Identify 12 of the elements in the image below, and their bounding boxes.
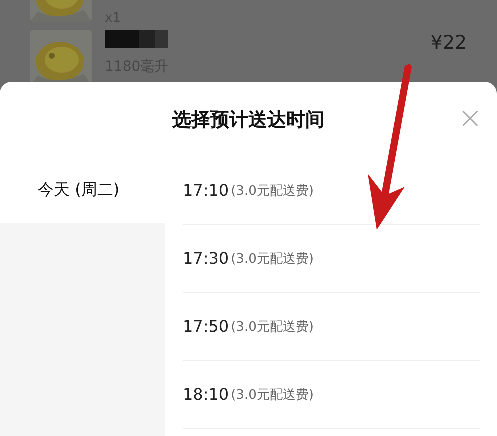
fee-text: (3.0元配送费) xyxy=(231,318,314,336)
day-tab[interactable]: 今天 (周二) xyxy=(0,157,165,223)
time-option[interactable]: 17:30 xyxy=(183,249,230,268)
redacted-name xyxy=(105,30,168,48)
fee-text: (3.0元配送费) xyxy=(231,182,314,200)
time-option[interactable]: 17:50 xyxy=(183,317,230,336)
time-option[interactable]: 17:10 xyxy=(183,181,230,200)
time-option[interactable]: 18:10 xyxy=(183,385,230,404)
fee-text: (3.0元配送费) xyxy=(231,386,314,404)
dialog-title: 选择预计送达时间 xyxy=(172,108,324,132)
fee-text: (3.0元配送费) xyxy=(231,250,314,268)
price-text: ¥22 xyxy=(430,32,467,54)
